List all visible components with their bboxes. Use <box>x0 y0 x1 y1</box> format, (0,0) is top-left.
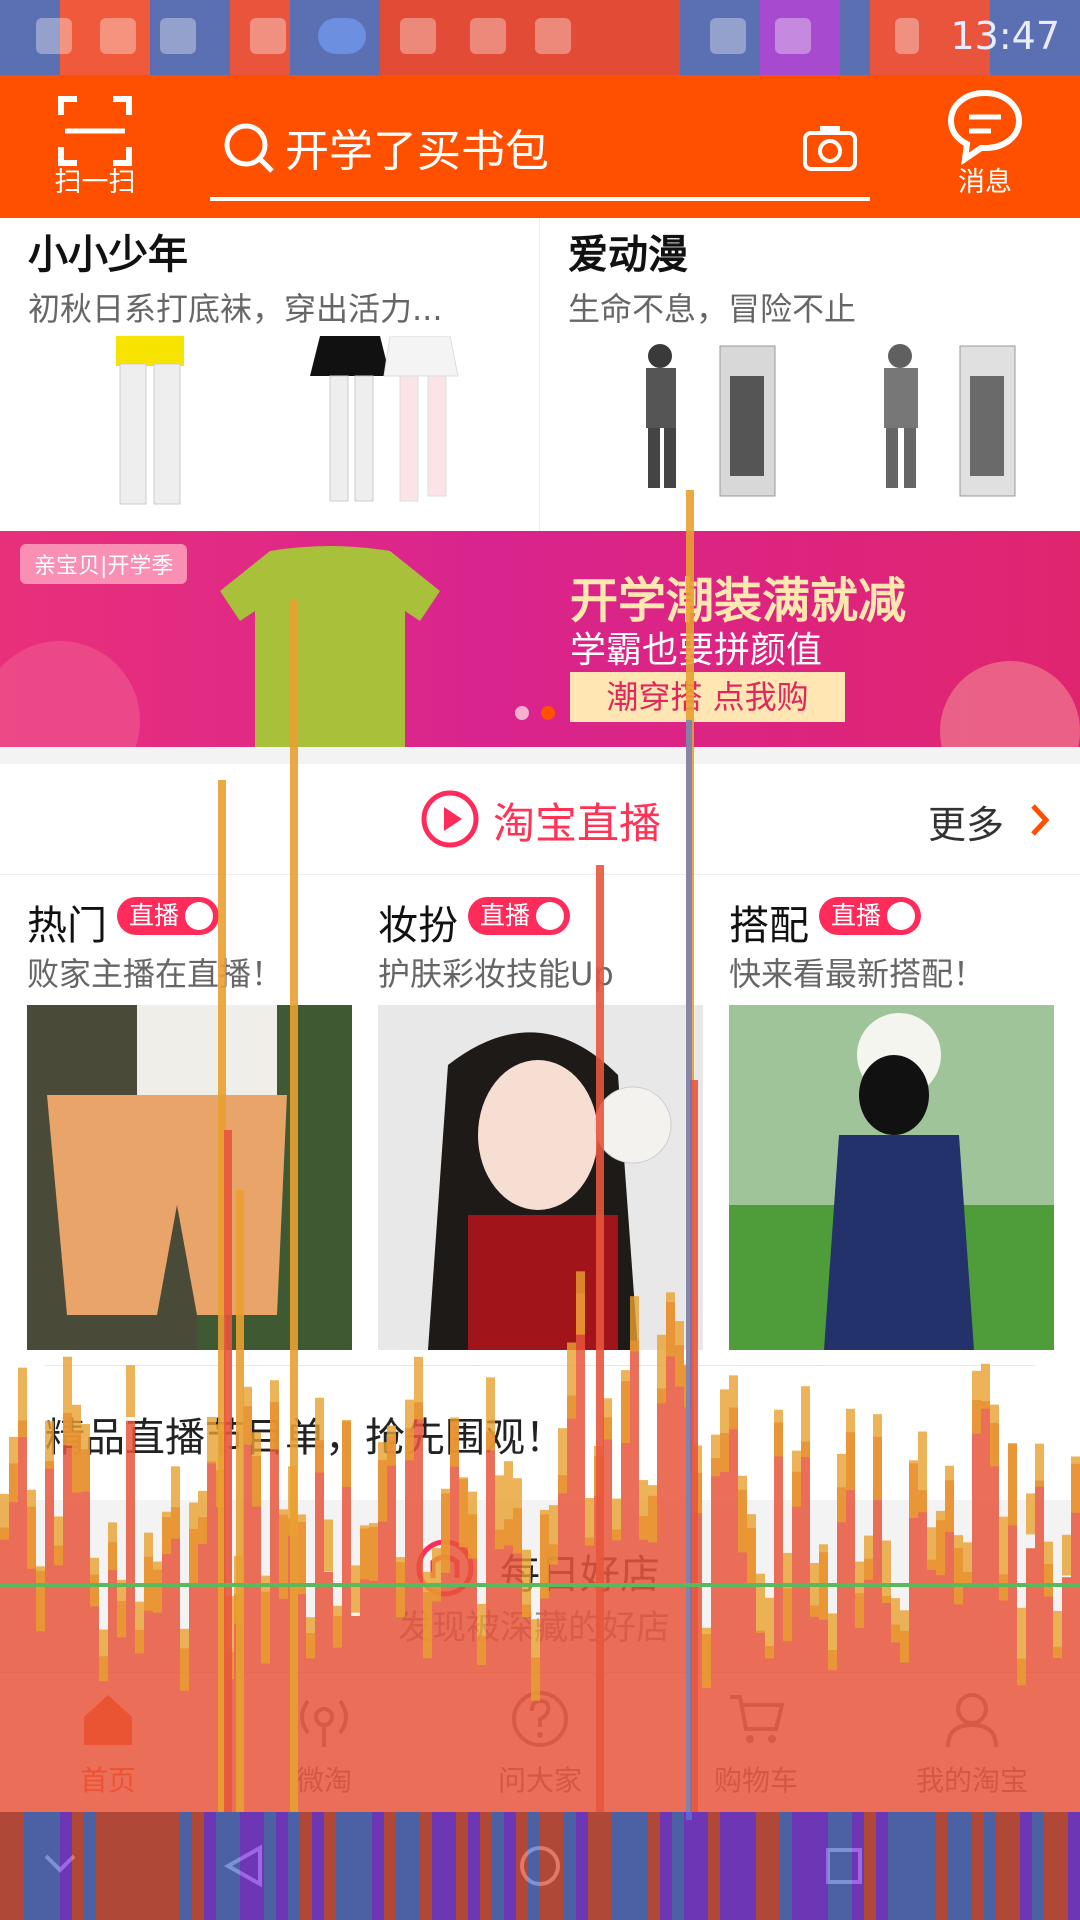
back-icon[interactable] <box>220 1842 268 1890</box>
status-time: 13:47 <box>950 14 1060 58</box>
tab-ask[interactable]: 问大家 <box>432 1673 648 1813</box>
category-subtitle: 生命不息，冒险不止 <box>568 290 857 328</box>
daily-shop-section[interactable]: 每日好店 发现被深藏的好店 <box>0 1500 1080 1670</box>
live-more-link[interactable]: 更多 <box>928 794 1004 849</box>
usb-icon <box>250 18 286 54</box>
shop-subtitle: 发现被深藏的好店 <box>398 1608 670 1648</box>
tab-label: 问大家 <box>497 1764 582 1797</box>
home-circle-icon[interactable] <box>516 1842 564 1890</box>
live-category: 妆扮 <box>378 903 458 949</box>
user-icon <box>946 1693 998 1748</box>
camera-icon[interactable] <box>802 123 858 173</box>
live-card-makeup[interactable]: 妆扮 直播 护肤彩妆技能Up <box>378 875 703 1365</box>
carousel-dot-active[interactable] <box>541 706 555 720</box>
live-schedule[interactable]: 精品直播节目单，抢先围观！ <box>0 1365 1080 1500</box>
scan-button[interactable]: 扫一扫 <box>40 87 150 207</box>
live-thumbnail[interactable] <box>27 1005 352 1350</box>
status-bar: 13:47 <box>0 0 1080 75</box>
live-schedule-text: 精品直播节目单，抢先围观！ <box>45 1415 565 1461</box>
live-category: 搭配 <box>729 903 809 949</box>
live-play-icon <box>421 790 479 848</box>
question-icon <box>512 1691 568 1747</box>
search-icon <box>224 123 274 173</box>
scan-label: 扫一扫 <box>54 167 136 198</box>
product-image-figure <box>860 336 1040 516</box>
chevron-right-icon[interactable] <box>1028 802 1052 838</box>
live-card-outfit[interactable]: 搭配 直播 快来看最新搭配！ <box>729 875 1054 1365</box>
live-thumbnail[interactable] <box>729 1005 1054 1350</box>
message-label: 消息 <box>958 167 1012 198</box>
wifi-icon <box>775 18 811 54</box>
shop-title: 每日好店 <box>500 1552 660 1598</box>
live-desc: 快来看最新搭配！ <box>729 955 986 993</box>
tab-label: 微淘 <box>295 1764 352 1797</box>
live-desc: 败家主播在直播！ <box>27 955 284 993</box>
category-title: 小小少年 <box>28 232 188 278</box>
download-icon <box>470 18 506 54</box>
play-icon <box>887 902 916 930</box>
search-input[interactable]: 开学了买书包 <box>285 115 549 179</box>
vibrate-icon <box>710 18 746 54</box>
live-badge: 直播 <box>819 897 922 935</box>
bottom-tab-bar: 首页 微淘 问大家 购物车 我的淘宝 <box>0 1672 1080 1813</box>
play-icon <box>185 902 214 930</box>
broadcast-icon <box>300 1699 348 1747</box>
tab-weitao[interactable]: 微淘 <box>216 1673 432 1813</box>
tab-cart[interactable]: 购物车 <box>648 1673 864 1813</box>
shield-icon <box>400 18 436 54</box>
tab-label: 购物车 <box>713 1764 798 1797</box>
cart-icon <box>730 1695 785 1743</box>
product-image-skirts <box>300 335 480 516</box>
message-button[interactable]: 消息 <box>930 87 1040 207</box>
product-image-tights <box>60 336 240 516</box>
banner-tag: 亲宝贝|开学季 <box>20 544 188 584</box>
tab-my-taobao[interactable]: 我的淘宝 <box>864 1673 1080 1813</box>
recents-icon[interactable] <box>820 1842 868 1890</box>
shop-icon <box>416 1539 474 1597</box>
tab-home[interactable]: 首页 <box>0 1673 216 1813</box>
live-card-hot[interactable]: 热门 直播 败家主播在直播！ <box>27 875 352 1365</box>
category-title: 爱动漫 <box>568 232 688 278</box>
live-thumbnail[interactable] <box>378 1005 703 1350</box>
header: 扫一扫 开学了买书包 消息 <box>0 75 1080 218</box>
category-subtitle: 初秋日系打底袜，穿出活力... <box>28 290 443 328</box>
live-badge: 直播 <box>468 897 571 935</box>
image-icon <box>100 18 136 54</box>
live-desc: 护肤彩妆技能Up <box>378 955 614 993</box>
banner-cta-button[interactable]: 潮穿搭 点我购 <box>570 672 845 722</box>
live-badge: 直播 <box>117 897 220 935</box>
promo-banner[interactable]: 亲宝贝|开学季 开学潮装满就减 学霸也要拼颜值 潮穿搭 点我购 <box>0 531 1080 747</box>
message-icon <box>947 89 1023 166</box>
live-cards: 热门 直播 败家主播在直播！ 妆扮 直播 护肤彩妆技能Up 搭配 直播 快来看最… <box>0 875 1080 1365</box>
category-card-kids[interactable]: 小小少年 初秋日系打底袜，穿出活力... <box>0 218 539 531</box>
android-icon <box>535 18 571 54</box>
sim-icon <box>36 18 72 54</box>
category-cards: 小小少年 初秋日系打底袜，穿出活力... 爱动漫 生命不息，冒险不止 <box>0 218 1080 531</box>
tab-label: 我的淘宝 <box>915 1764 1028 1797</box>
play-icon <box>536 902 565 930</box>
search-bar[interactable]: 开学了买书包 <box>210 97 870 201</box>
home-icon <box>84 1695 132 1745</box>
battery-icon <box>895 18 919 54</box>
system-nav-bar <box>0 1812 1080 1920</box>
banner-subtitle: 学霸也要拼颜值 <box>570 630 823 671</box>
live-title: 淘宝直播 <box>493 799 662 848</box>
chevron-down-icon[interactable] <box>40 1842 80 1882</box>
product-image-figure <box>620 336 800 516</box>
tab-label: 首页 <box>79 1764 136 1797</box>
carousel-dot[interactable] <box>515 706 529 720</box>
live-section-header: 淘宝直播 更多 <box>0 764 1080 875</box>
category-card-anime[interactable]: 爱动漫 生命不息，冒险不止 <box>540 218 1079 531</box>
baidu-icon <box>318 18 366 54</box>
scan-icon <box>58 96 132 166</box>
live-category: 热门 <box>27 903 107 949</box>
image-icon <box>160 18 196 54</box>
